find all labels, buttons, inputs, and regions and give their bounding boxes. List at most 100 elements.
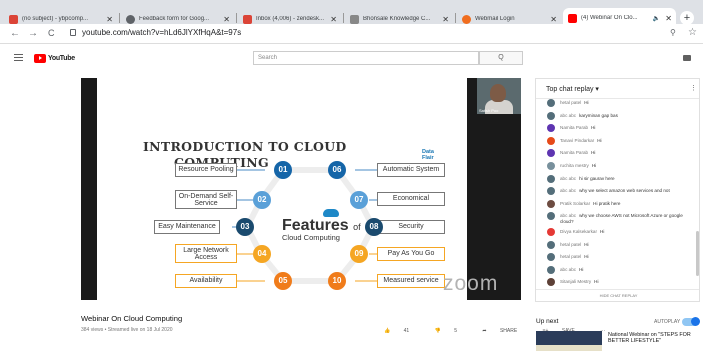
hide-chat-replay-button[interactable]: HIDE CHAT REPLAY	[536, 289, 699, 301]
chat-text: why we choose AWS not Microsoft Azure or…	[560, 213, 683, 224]
chat-author[interactable]: Pratik Solarkar	[560, 201, 590, 206]
chat-avatar[interactable]	[547, 111, 555, 120]
next-video-thumbnail[interactable]	[536, 331, 602, 351]
feature-number-10: 10	[328, 272, 346, 290]
tab-label: Feedback form for Goog...	[139, 16, 210, 22]
like-button[interactable]: 👍 41	[384, 328, 421, 334]
cloud-icon	[323, 209, 339, 217]
feature-number-03: 03	[236, 218, 254, 236]
chat-avatar[interactable]	[547, 212, 555, 221]
features-word: Features	[282, 217, 349, 234]
chat-author[interactable]: hetal patel	[560, 254, 581, 259]
chat-author[interactable]: abc abc	[560, 213, 576, 218]
feature-resource-pooling: Resource Pooling	[175, 163, 237, 177]
chat-message: hetal patel Hi	[536, 253, 694, 262]
webmail-icon	[462, 14, 471, 24]
url-field[interactable]: youtube.com/watch?v=hLd6JlYXfHqA&t=97s	[82, 28, 241, 37]
chat-avatar[interactable]	[547, 124, 555, 133]
chat-avatar[interactable]	[547, 136, 555, 145]
chat-text: karyminan gap bas	[579, 112, 618, 118]
video-player[interactable]: INTRODUCTION TO CLOUD COMPUTING Data Fla…	[81, 78, 521, 300]
chat-message: Namita Parab Hi	[536, 149, 694, 158]
address-bar: ← → C youtube.com/watch?v=hLd6JlYXfHqA&t…	[0, 24, 703, 44]
chat-author[interactable]: abc abc	[560, 176, 576, 181]
chat-header: Top chat replay ▾ ⋮	[536, 79, 699, 99]
autoplay-toggle[interactable]	[682, 317, 700, 326]
bookmark-star-icon[interactable]: ☆	[688, 27, 697, 38]
create-video-icon[interactable]	[683, 55, 691, 61]
search-button[interactable]: Q	[479, 51, 523, 65]
chat-author[interactable]: ruchita mestry	[560, 163, 589, 168]
close-icon[interactable]: ✕	[550, 15, 557, 24]
youtube-logo[interactable]: YouTube	[34, 54, 75, 63]
youtube-play-icon	[34, 54, 46, 63]
feature-number-07: 07	[350, 191, 368, 209]
chat-message: Namita Parab Hi	[536, 124, 694, 133]
close-icon[interactable]: ✕	[330, 15, 337, 24]
magnifier-icon[interactable]: ⚲	[670, 28, 676, 37]
feature-security: Security	[377, 220, 445, 234]
feature-measured-service: Measured service	[377, 274, 445, 288]
chat-avatar[interactable]	[547, 174, 555, 183]
chat-author[interactable]: hetal patel	[560, 242, 581, 247]
chat-author[interactable]: abc abc	[560, 188, 576, 193]
tab-label: Bhonsale Knowledge C...	[363, 16, 431, 22]
chat-avatar[interactable]	[547, 240, 555, 249]
chat-message: hetal patel Hi	[536, 240, 694, 250]
more-options-icon[interactable]: ⋮	[690, 84, 697, 92]
close-icon[interactable]: ✕	[223, 15, 230, 24]
feature-number-09: 09	[350, 245, 368, 263]
reload-button[interactable]: C	[48, 28, 55, 38]
chat-message: Pratik Solarkar Hi pratik here	[536, 199, 694, 209]
chat-avatar[interactable]	[547, 265, 555, 274]
share-button[interactable]: ➦ SHARE	[482, 328, 529, 334]
chat-avatar[interactable]	[547, 161, 555, 170]
chat-scrollbar[interactable]	[696, 231, 699, 276]
close-icon[interactable]: ✕	[665, 14, 672, 23]
feature-easy-maintenance: Easy Maintenance	[154, 220, 220, 234]
chat-mode-dropdown[interactable]: Top chat replay ▾	[546, 85, 599, 93]
chat-author[interactable]: Tanavi Pindarkar	[560, 138, 594, 143]
chat-author[interactable]: abc abc	[560, 113, 576, 118]
dislike-button[interactable]: 👎 5	[435, 328, 469, 334]
forward-button[interactable]: →	[28, 28, 38, 39]
chat-text: Hi	[584, 254, 589, 260]
next-video-title[interactable]: National Webinar on "STEPS FOR BETTER LI…	[608, 332, 703, 345]
search-icon: Q	[498, 54, 504, 61]
tab-label: Inbox (4,006) - zendesk...	[256, 16, 325, 22]
chat-text: Hi	[591, 125, 596, 131]
chat-avatar[interactable]	[547, 99, 555, 107]
chat-avatar[interactable]	[547, 278, 555, 287]
tab-separator	[119, 13, 120, 23]
chat-replay-panel: Top chat replay ▾ ⋮ hetal patel Hi abc abc…	[535, 78, 700, 302]
new-tab-button[interactable]: +	[680, 11, 694, 25]
chat-avatar[interactable]	[547, 149, 555, 158]
lock-icon[interactable]	[70, 29, 76, 36]
search-input[interactable]: Search	[253, 51, 479, 65]
chat-avatar[interactable]	[547, 253, 555, 262]
feature-number-05: 05	[274, 272, 292, 290]
chat-author[interactable]: Sitanjali Mestry	[560, 279, 591, 284]
close-icon[interactable]: ✕	[442, 15, 449, 24]
of-word: of	[353, 222, 361, 232]
chat-avatar[interactable]	[547, 227, 555, 236]
thumbs-up-icon: 👍	[384, 328, 391, 334]
chat-author[interactable]: Divya Kalsekarkar	[560, 229, 597, 234]
chat-avatar[interactable]	[547, 199, 555, 208]
back-button[interactable]: ←	[10, 28, 20, 39]
audio-icon[interactable]: 🔈	[653, 15, 660, 22]
chat-author[interactable]: Namita Parab	[560, 150, 588, 155]
chat-author[interactable]: hetal patel	[560, 100, 581, 105]
chat-message: abc abc why we choose AWS not Microsoft A…	[536, 212, 694, 224]
chat-message: abc abc karyminan gap bas	[536, 111, 694, 121]
close-icon[interactable]: ✕	[106, 15, 113, 24]
feature-pay-as-you-go: Pay As You Go	[377, 247, 445, 261]
feature-availability: Availability	[175, 274, 237, 288]
presenter-name: Satish Poo	[479, 108, 499, 113]
menu-icon[interactable]	[14, 54, 23, 61]
youtube-header: YouTube Search Q	[0, 45, 703, 73]
chat-author[interactable]: Namita Parab	[560, 125, 588, 130]
chat-avatar[interactable]	[547, 187, 555, 196]
chat-text: Hi	[584, 241, 589, 247]
chat-author[interactable]: abc abc	[560, 267, 576, 272]
